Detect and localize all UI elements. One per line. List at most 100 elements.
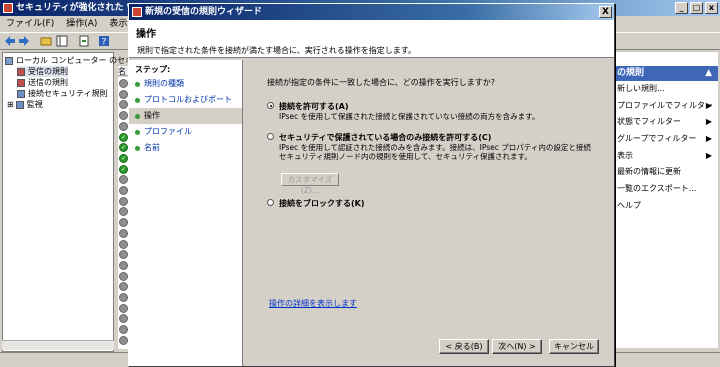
wizard-titlebar: 新規の受信の規則ウィザード X [129,4,614,20]
customize-button[interactable]: カスタマイズ(Z)... [281,173,339,195]
wizard-page-subtitle: 規則で指定された条件を接続が満たす場合に、実行される操作を指定します。 [137,46,416,55]
cancel-button[interactable]: キャンセル [549,339,599,354]
maximize-button[interactable]: □ [690,2,703,14]
monitoring-icon [15,100,24,109]
action-item-4[interactable]: 表示 ▶ [613,148,718,165]
option-allow-label: 接続を許可する(A) [279,102,349,111]
action-item-7[interactable]: ヘルプ [613,198,718,215]
tree-item-inbound-rules[interactable]: 受信の規則 [17,66,68,77]
wizard-step-label: プロトコルおよびポート [144,95,232,104]
tree-item-connection-security[interactable]: 接続セキュリティ規則 [17,88,108,99]
radio-allow[interactable] [267,102,274,109]
tree-horizontal-scrollbar[interactable] [2,340,114,350]
minimize-button[interactable]: _ [675,2,688,14]
rule-disabled-icon[interactable] [119,100,128,110]
folder-up-icon[interactable] [40,35,52,47]
wizard-step-1[interactable]: プロトコルおよびポート [129,92,242,108]
tree-item-root[interactable]: ローカル コンピューター のセキ [5,55,133,66]
collapse-up-icon[interactable]: ▲ [705,66,712,81]
step-bullet-icon [135,130,140,135]
action-item-5[interactable]: 最新の情報に更新 [613,164,718,181]
rule-disabled-icon[interactable] [119,335,128,345]
rule-disabled-icon[interactable] [119,175,128,185]
step-bullet-icon [135,98,140,103]
rule-enabled-icon[interactable]: ✓ [119,132,128,142]
rule-disabled-icon[interactable] [119,325,128,335]
wizard-close-button[interactable]: X [599,6,612,18]
action-item-label: 新しい規則... [617,84,665,93]
step-bullet-icon [135,146,140,151]
rule-enabled-icon[interactable]: ✓ [119,143,128,153]
submenu-arrow-icon: ▶ [705,100,712,110]
computer-icon [5,56,13,65]
action-item-6[interactable]: 一覧のエクスポート... [613,181,718,198]
action-item-label: ヘルプ [617,200,641,210]
rule-disabled-icon[interactable] [119,79,128,88]
tree-item-monitoring[interactable]: ⊞ 監視 [7,99,43,110]
step-bullet-icon [135,114,140,119]
next-button[interactable]: 次へ(N) > [492,339,542,354]
back-button[interactable]: < 戻る(B) [439,339,489,354]
close-button[interactable]: x [705,2,718,14]
svg-text:?: ? [102,38,107,48]
tree-item-outbound-rules[interactable]: 送信の規則 [17,77,68,88]
action-item-label: 状態でフィルター [617,117,681,127]
radio-block[interactable] [267,199,274,206]
action-item-label: グループでフィルター [617,134,697,144]
show-hide-tree-icon[interactable] [56,35,68,47]
rule-disabled-icon[interactable] [119,293,128,302]
option-allow-secure-desc-1: IPsec を使用して認証された接続のみを含みます。接続は、IPsec プロパテ… [279,143,591,152]
rule-disabled-icon[interactable] [119,218,128,228]
rule-disabled-icon[interactable] [119,314,128,324]
wizard-step-label: プロファイル [144,127,192,136]
help-icon[interactable]: ? [98,35,110,47]
outbound-rules-icon [17,78,25,87]
rule-disabled-icon[interactable] [119,228,128,238]
rule-disabled-icon[interactable] [119,111,128,121]
action-item-label: 表示 [617,150,633,160]
option-allow-desc: IPsec を使用して保護された接続と保護されていない接続の両方を含みます。 [279,112,540,121]
wizard-content: 接続が指定の条件に一致した場合に、どの操作を実行しますか? 接続を許可する(A)… [253,60,608,366]
action-item-0[interactable]: 新しい規則... [613,81,718,98]
option-block-label: 接続をブロックする(K) [279,199,365,208]
rule-enabled-icon[interactable]: ✓ [119,153,128,163]
rule-disabled-icon[interactable] [119,303,128,313]
rule-disabled-icon[interactable] [119,89,128,99]
rule-enabled-icon[interactable]: ✓ [119,164,128,174]
new-inbound-rule-wizard: 新規の受信の規則ウィザード X 操作 規則で指定された条件を接続が満たす場合に、… [128,3,615,367]
rule-disabled-icon[interactable] [119,186,128,195]
forward-icon[interactable] [18,35,30,47]
actions-header[interactable]: の規則 ▲ [613,66,718,81]
back-icon[interactable] [4,35,16,47]
rule-disabled-icon[interactable] [119,121,128,131]
expand-icon[interactable]: ⊞ [7,100,14,109]
submenu-arrow-icon: ▶ [705,134,712,144]
rule-disabled-icon[interactable] [119,250,128,260]
wizard-app-icon [132,7,142,17]
rule-disabled-icon[interactable] [119,271,128,281]
action-item-2[interactable]: 状態でフィルター ▶ [613,114,718,131]
action-item-3[interactable]: グループでフィルター ▶ [613,131,718,148]
radio-allow-secure[interactable] [267,133,274,140]
action-item-label: 一覧のエクスポート... [617,184,697,194]
menu-file[interactable]: ファイル(F) [6,16,54,32]
wizard-steps: ステップ: 規則の種類 プロトコルおよびポート 操作 プロファイル 名前 [129,60,243,366]
option-allow-secure-label: セキュリティで保護されている場合のみ接続を許可する(C) [279,133,492,142]
wizard-step-4[interactable]: 名前 [129,140,242,156]
rule-disabled-icon[interactable] [119,196,128,206]
wizard-step-label: 規則の種類 [144,79,184,88]
menu-action[interactable]: 操作(A) [66,16,97,32]
rule-disabled-icon[interactable] [119,282,128,292]
rule-disabled-icon[interactable] [119,260,128,270]
rule-disabled-icon[interactable] [119,207,128,217]
option-allow-secure-desc-2: セキュリティ規則ノード内の規則を使用して、セキュリティ保護されます。 [279,152,532,161]
wizard-step-2[interactable]: 操作 [129,108,242,124]
wizard-step-0[interactable]: 規則の種類 [129,76,242,92]
rule-disabled-icon[interactable] [119,239,128,249]
export-icon[interactable] [78,35,90,47]
wizard-step-3[interactable]: プロファイル [129,124,242,140]
submenu-arrow-icon: ▶ [705,117,712,127]
action-item-1[interactable]: プロファイルでフィルター ▶ [613,98,718,115]
step-bullet-icon [135,82,140,87]
action-details-link[interactable]: 操作の詳細を表示します [269,298,357,309]
